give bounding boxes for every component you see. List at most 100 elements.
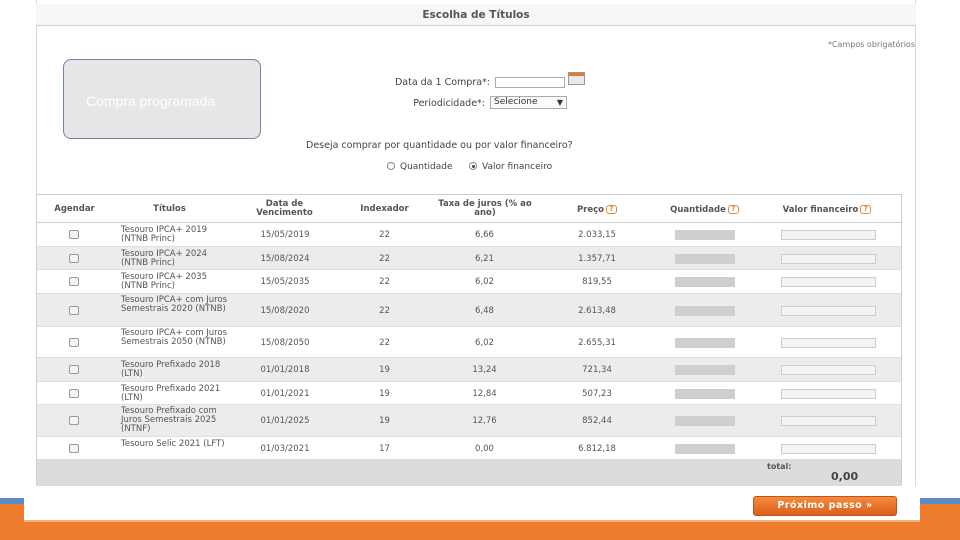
maturity-date: 15/08/2050	[260, 338, 310, 348]
financial-value-input[interactable]	[781, 365, 876, 375]
price-value: 819,55	[582, 277, 612, 287]
col-price: Preço	[576, 205, 605, 215]
table-row: Tesouro Prefixado 2018 (LTN) 01/01/2018 19…	[37, 358, 901, 382]
financial-value-input[interactable]	[781, 254, 876, 264]
table-row: Tesouro IPCA+ com Juros Semestrais 2050 …	[37, 327, 901, 358]
financial-value-input[interactable]	[781, 277, 876, 287]
price-value: 721,34	[582, 365, 612, 375]
table-row: Tesouro IPCA+ 2019 (NTNB Princ) 15/05/201…	[37, 223, 901, 247]
schedule-checkbox[interactable]	[69, 389, 79, 398]
indexer-value: 22	[379, 277, 390, 287]
price-value: 2.033,15	[578, 230, 616, 240]
titles-table: Agendar Títulos Data de Vencimento Index…	[36, 194, 902, 486]
financial-value-radio[interactable]	[469, 162, 477, 170]
schedule-checkbox[interactable]	[69, 254, 79, 263]
financial-value-input[interactable]	[781, 389, 876, 399]
maturity-date: 15/08/2024	[260, 254, 310, 264]
table-row: Tesouro Prefixado 2021 (LTN) 01/01/2021 19…	[37, 382, 901, 405]
callout-text: Compra programada	[86, 93, 216, 109]
maturity-date: 01/01/2021	[260, 389, 310, 399]
quantity-input[interactable]	[675, 254, 735, 264]
financial-value-input[interactable]	[781, 444, 876, 454]
title-name: Tesouro IPCA+ 2019 (NTNB Princ)	[121, 225, 208, 244]
quantity-radio-label[interactable]: Quantidade	[400, 162, 453, 172]
col-financial-value: Valor financeiro	[782, 205, 859, 215]
periodicity-label: Periodicidade*:	[413, 98, 485, 109]
financial-value-input[interactable]	[781, 416, 876, 426]
quantity-input[interactable]	[675, 306, 735, 316]
schedule-checkbox[interactable]	[69, 306, 79, 315]
calendar-icon[interactable]	[568, 72, 585, 85]
financial-value-input[interactable]	[781, 230, 876, 240]
table-row: Tesouro IPCA+ 2035 (NTNB Princ) 15/05/203…	[37, 270, 901, 294]
quantity-input[interactable]	[675, 365, 735, 375]
table-row: Tesouro Selic 2021 (LFT) 01/03/2021 17 0,00…	[37, 437, 901, 461]
first-purchase-date-input[interactable]	[495, 77, 565, 88]
rate-value: 6,02	[475, 338, 494, 348]
financial-value-radio-label[interactable]: Valor financeiro	[482, 162, 552, 172]
title-name: Tesouro IPCA+ 2024 (NTNB Princ)	[121, 249, 208, 268]
table-row: Tesouro IPCA+ 2024 (NTNB Princ) 15/08/202…	[37, 247, 901, 270]
next-step-button[interactable]: Próximo passo »	[753, 496, 897, 516]
price-help-icon[interactable]: ?	[606, 205, 618, 214]
rate-value: 6,48	[475, 306, 494, 316]
total-label: total:	[767, 462, 792, 471]
quantity-input[interactable]	[675, 416, 735, 426]
table-row: Tesouro IPCA+ com Juros Semestrais 2020 …	[37, 294, 901, 327]
periodicity-select[interactable]: Selecione ▼	[490, 96, 567, 109]
indexer-value: 22	[379, 338, 390, 348]
quantity-input[interactable]	[675, 338, 735, 348]
table-header: Agendar Títulos Data de Vencimento Index…	[37, 195, 901, 223]
schedule-checkbox[interactable]	[69, 338, 79, 347]
quantity-input[interactable]	[675, 277, 735, 287]
required-fields-note: *Campos obrigatórios	[827, 40, 915, 49]
col-price-wrap: Preço?	[567, 205, 627, 215]
indexer-value: 22	[379, 230, 390, 240]
rate-value: 12,84	[472, 389, 497, 399]
table-row: Tesouro Prefixado com Juros Semestrais 2…	[37, 405, 901, 437]
schedule-checkbox[interactable]	[69, 277, 79, 286]
title-name: Tesouro Selic 2021 (LFT)	[121, 439, 225, 449]
quantity-input[interactable]	[675, 389, 735, 399]
title-name: Tesouro Prefixado com Juros Semestrais 2…	[121, 406, 217, 434]
rate-value: 6,02	[475, 277, 494, 287]
quantity-radio[interactable]	[387, 162, 395, 170]
price-value: 6.812,18	[578, 444, 616, 454]
financial-value-help-icon[interactable]: ?	[860, 205, 872, 214]
indexer-value: 19	[379, 416, 390, 426]
col-maturity: Data de Vencimento	[256, 199, 313, 218]
schedule-checkbox[interactable]	[69, 230, 79, 239]
col-schedule: Agendar	[54, 204, 95, 214]
rate-value: 13,24	[472, 365, 497, 375]
price-value: 2.655,31	[578, 338, 616, 348]
schedule-checkbox[interactable]	[69, 416, 79, 425]
price-value: 1.357,71	[578, 254, 616, 264]
title-name: Tesouro Prefixado 2021 (LTN)	[121, 384, 221, 403]
schedule-checkbox[interactable]	[69, 365, 79, 374]
quantity-input[interactable]	[675, 230, 735, 240]
schedule-checkbox[interactable]	[69, 444, 79, 453]
price-value: 852,44	[582, 416, 612, 426]
rate-value: 12,76	[472, 416, 497, 426]
maturity-date: 01/03/2021	[260, 444, 310, 454]
page: Escolha de Títulos *Campos obrigatórios …	[0, 0, 960, 540]
indexer-value: 22	[379, 254, 390, 264]
financial-value-input[interactable]	[781, 338, 876, 348]
col-quantity-wrap: Quantidade?	[662, 205, 747, 215]
financial-value-input[interactable]	[781, 306, 876, 316]
title-name: Tesouro IPCA+ 2035 (NTNB Princ)	[121, 272, 208, 291]
table-footer: total: 0,00	[37, 459, 901, 486]
quantity-help-icon[interactable]: ?	[727, 205, 739, 214]
col-indexer: Indexador	[360, 204, 409, 214]
maturity-date: 15/08/2020	[260, 306, 310, 316]
col-rate: Taxa de juros (% ao ano)	[438, 199, 532, 218]
periodicity-selected-value: Selecione	[494, 97, 538, 107]
col-quantity: Quantidade	[670, 205, 726, 215]
price-value: 2.613,48	[578, 306, 616, 316]
maturity-date: 15/05/2035	[260, 277, 310, 287]
rate-value: 6,66	[475, 230, 494, 240]
quantity-input[interactable]	[675, 444, 735, 454]
first-purchase-label: Data da 1 Compra*:	[394, 77, 490, 88]
indexer-value: 17	[379, 444, 390, 454]
indexer-value: 19	[379, 389, 390, 399]
